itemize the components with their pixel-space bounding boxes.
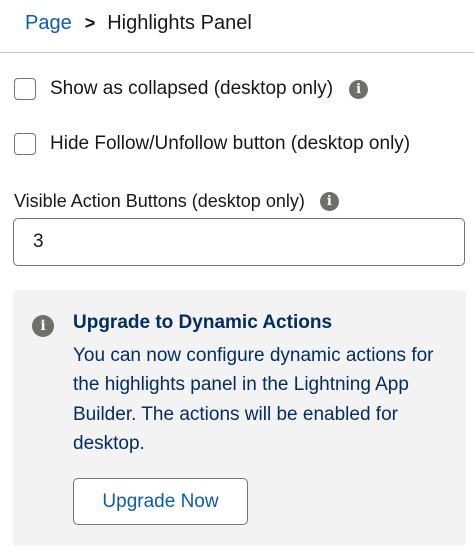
upgrade-notice: i Upgrade to Dynamic Actions You can now… [13,290,466,546]
notice-title: Upgrade to Dynamic Actions [73,312,333,333]
breadcrumb-current-page: Highlights Panel [107,11,252,34]
notice-body: You can now configure dynamic actions fo… [73,345,434,454]
visible-action-buttons-input[interactable] [13,218,465,266]
show-collapsed-option: Show as collapsed (desktop only) i [14,78,369,100]
info-icon: i [32,315,54,337]
hide-follow-option: Hide Follow/Unfollow button (desktop onl… [14,133,410,155]
upgrade-now-button[interactable]: Upgrade Now [73,478,248,525]
visible-action-buttons-label: Visible Action Buttons (desktop only) [14,191,305,211]
info-icon[interactable]: i [349,79,369,99]
breadcrumb-separator: > [84,12,96,33]
breadcrumb-link-page[interactable]: Page [25,12,72,35]
hide-follow-label: Hide Follow/Unfollow button (desktop onl… [50,133,411,154]
visible-action-buttons-label-row: Visible Action Buttons (desktop only) i [14,191,339,212]
show-collapsed-label: Show as collapsed (desktop only) [50,78,334,99]
header-divider [0,52,474,53]
info-icon[interactable]: i [319,192,339,211]
show-collapsed-checkbox[interactable] [14,78,36,100]
breadcrumb: Page > Highlights Panel [25,9,252,37]
hide-follow-checkbox[interactable] [14,133,36,155]
